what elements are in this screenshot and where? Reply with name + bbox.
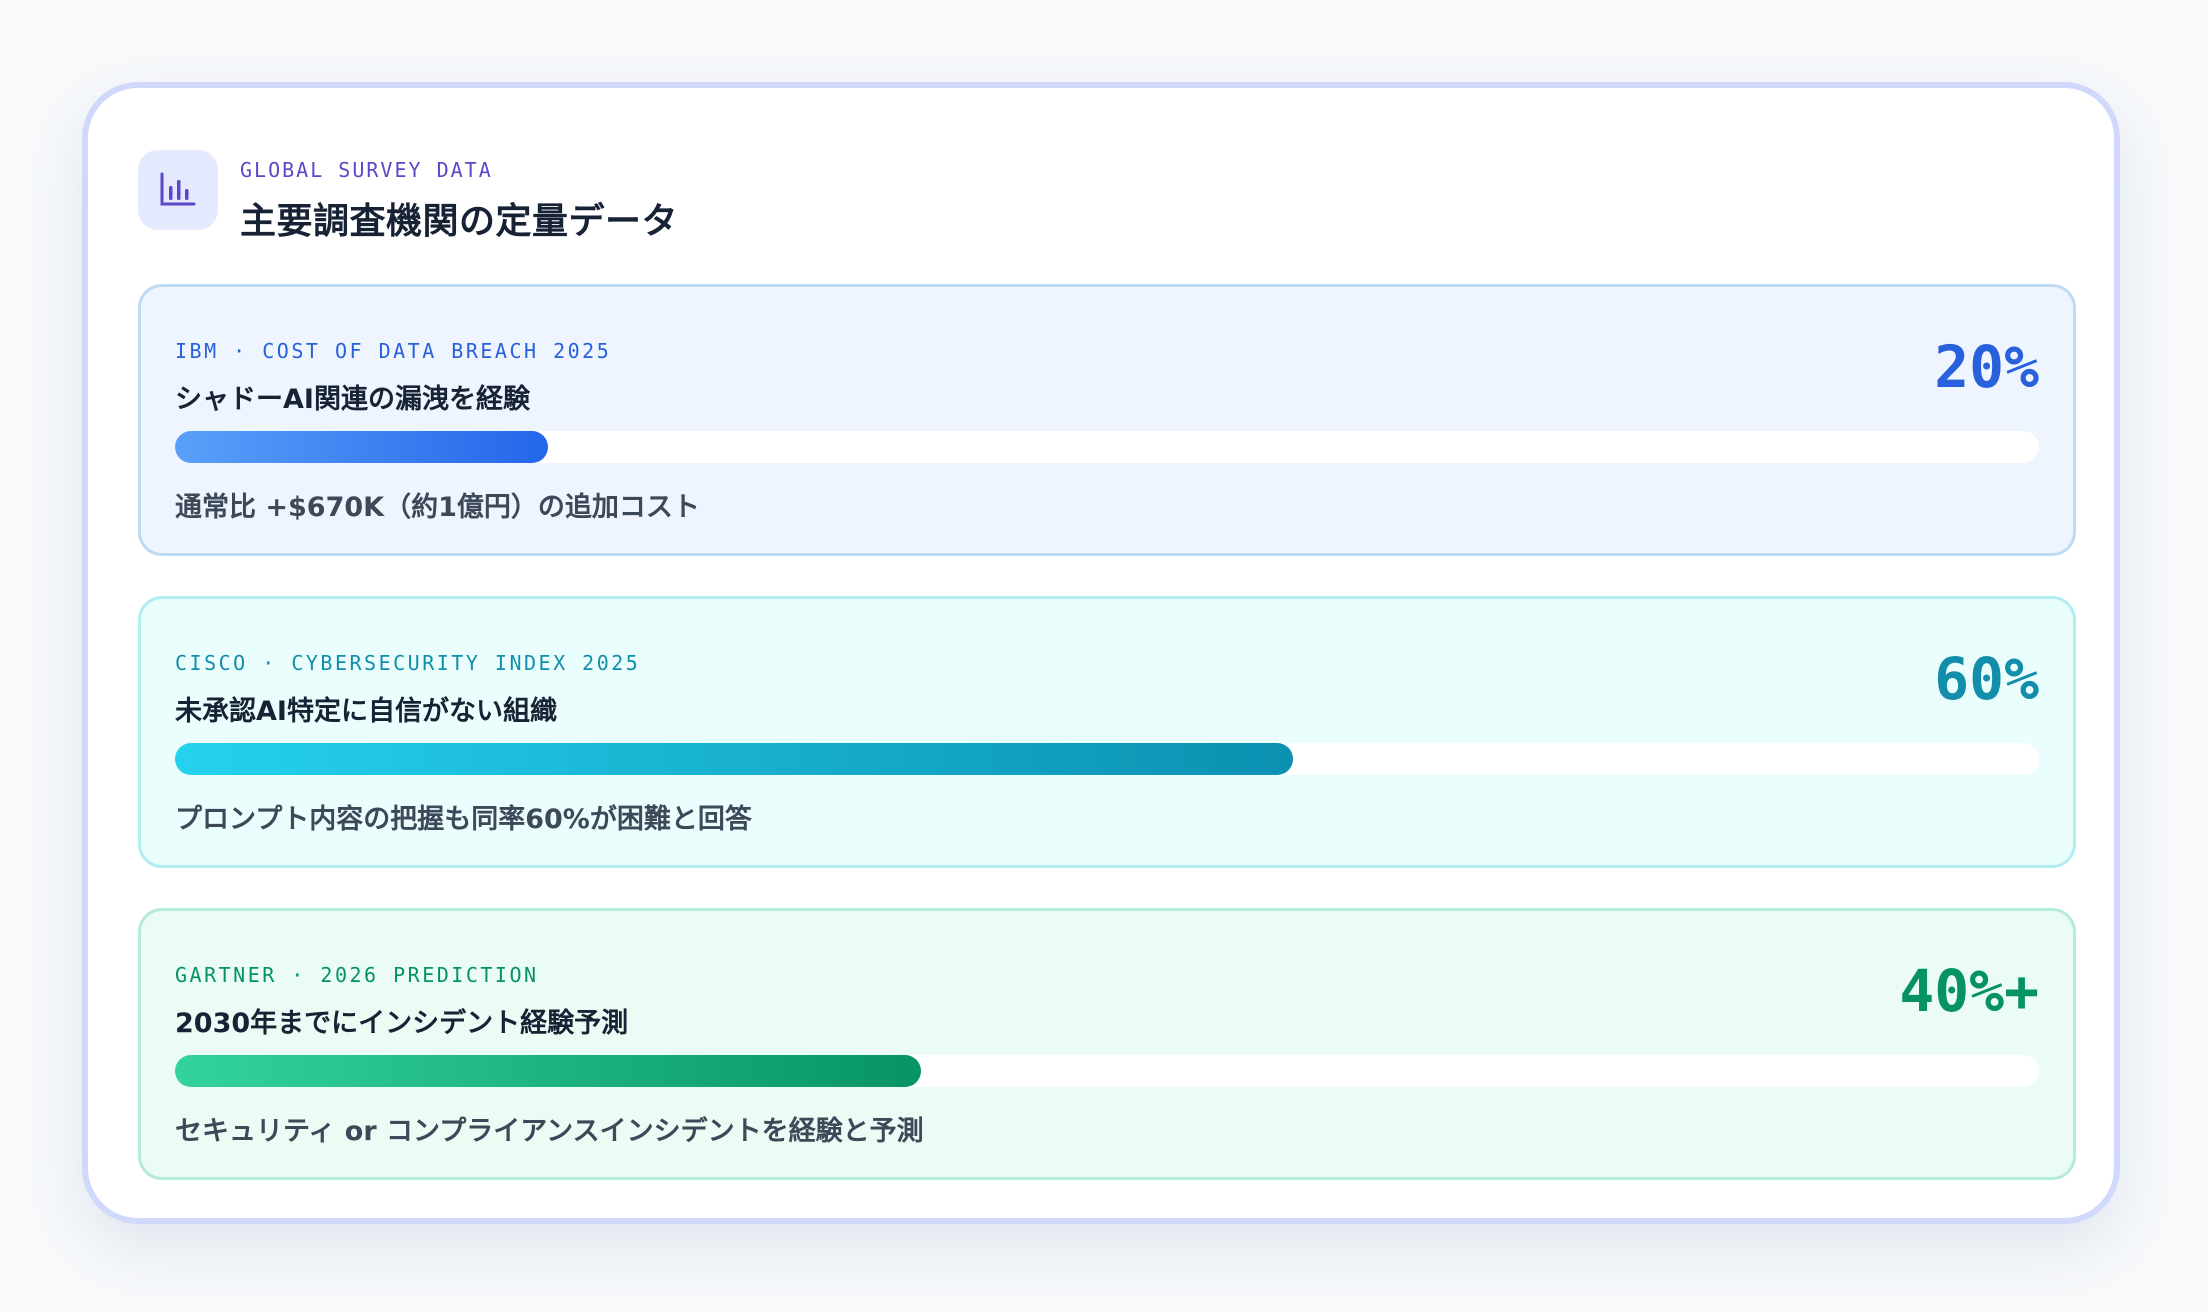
stat-panel-cisco: CISCO · CYBERSECURITY INDEX 2025 未承認AI特定… bbox=[138, 596, 2076, 868]
page-title: 主要調査機関の定量データ bbox=[240, 201, 679, 242]
progress-track bbox=[175, 743, 2039, 775]
stat-headline: シャドーAI関連の漏洩を経験 bbox=[175, 384, 530, 415]
survey-card: GLOBAL SURVEY DATA 主要調査機関の定量データ IBM · CO… bbox=[82, 82, 2120, 1224]
stat-panel-ibm: IBM · COST OF DATA BREACH 2025 シャドーAI関連の… bbox=[138, 284, 2076, 556]
stat-note: セキュリティ or コンプライアンスインシデントを経験と予測 bbox=[175, 1116, 924, 1147]
progress-fill bbox=[175, 743, 1294, 775]
stat-panel-gartner: GARTNER · 2026 PREDICTION 2030年までにインシデント… bbox=[138, 908, 2076, 1180]
stat-value: 20% bbox=[1934, 333, 2039, 401]
stat-source: CISCO · CYBERSECURITY INDEX 2025 bbox=[175, 651, 641, 675]
stat-source: IBM · COST OF DATA BREACH 2025 bbox=[175, 339, 612, 363]
stat-note: プロンプト内容の把握も同率60%が困難と回答 bbox=[175, 804, 752, 835]
bar-chart-icon bbox=[138, 150, 218, 230]
stat-headline: 2030年までにインシデント経験予測 bbox=[175, 1008, 629, 1039]
progress-fill bbox=[175, 431, 548, 463]
progress-fill bbox=[175, 1055, 921, 1087]
stat-source: GARTNER · 2026 PREDICTION bbox=[175, 963, 539, 987]
section-eyebrow: GLOBAL SURVEY DATA bbox=[240, 158, 493, 182]
stat-value: 40%+ bbox=[1899, 957, 2039, 1025]
stat-value: 60% bbox=[1934, 645, 2039, 713]
progress-track bbox=[175, 431, 2039, 463]
progress-track bbox=[175, 1055, 2039, 1087]
stat-headline: 未承認AI特定に自信がない組織 bbox=[175, 696, 557, 727]
stat-note: 通常比 +$670K（約1億円）の追加コスト bbox=[175, 492, 700, 523]
